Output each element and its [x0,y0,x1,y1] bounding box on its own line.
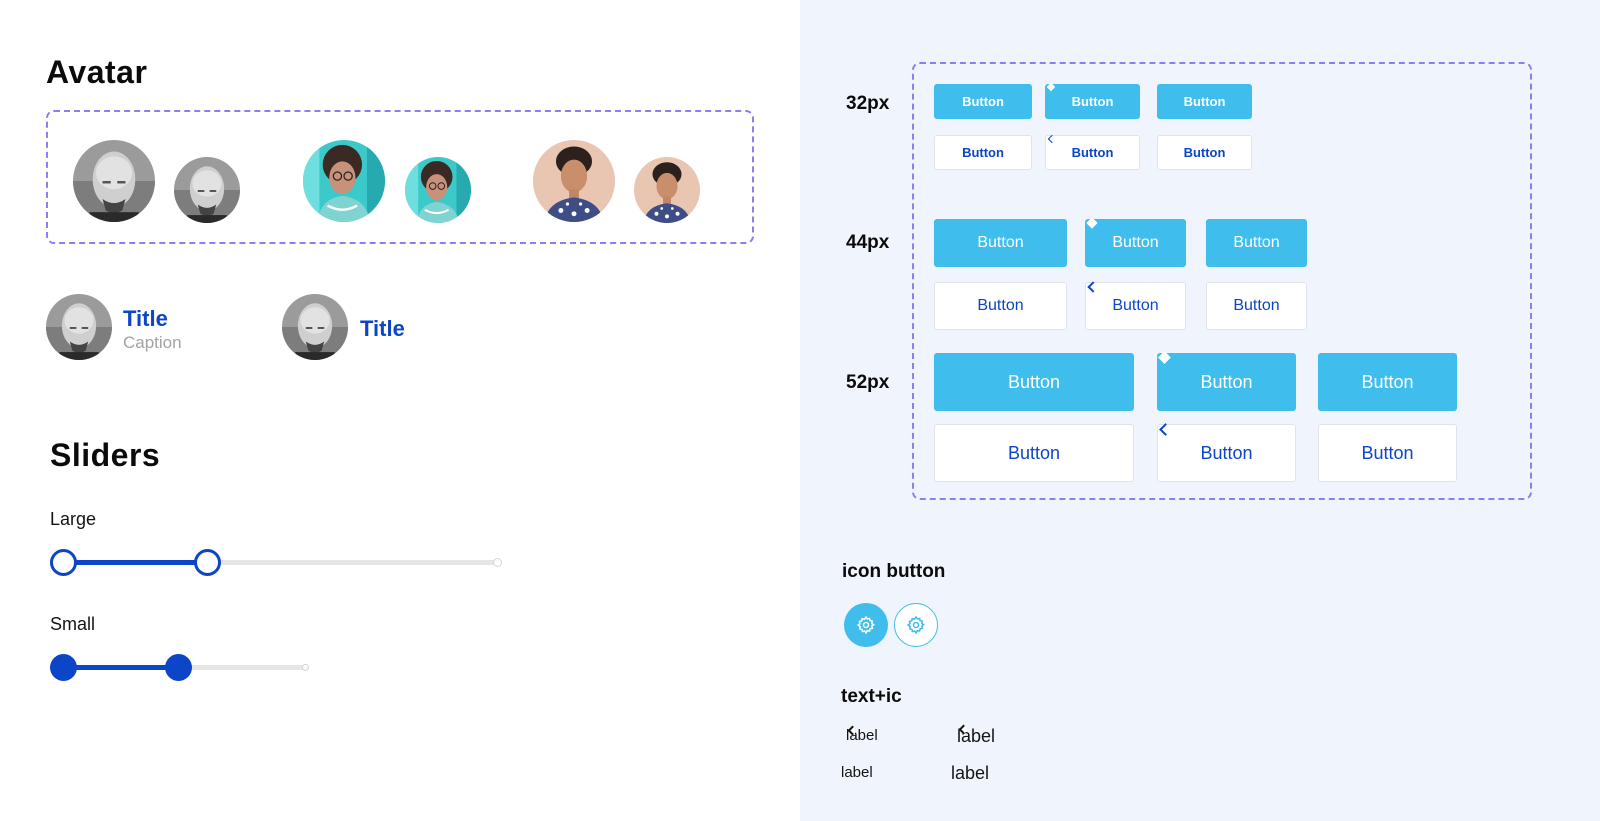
avatar-woman-teal-small [405,157,471,223]
avatar-person-beige-large [533,140,615,222]
slider-large-range-fill [63,560,207,565]
avatar-heading: Avatar [46,54,148,90]
button-32-outline[interactable]: Button [934,135,1032,170]
button-label: Button [1200,371,1253,392]
slider-small-end-handle[interactable] [165,654,192,681]
button-label: Button [977,234,1024,251]
slider-large-start-handle[interactable] [50,549,77,576]
list-avatar-title-only [282,294,348,360]
link-label: label [841,764,873,781]
text-link-right-large[interactable]: label [951,763,989,784]
icon-button-outline[interactable] [894,603,938,647]
button-52-solid[interactable]: Button [934,353,1134,411]
button-label: Button [1200,442,1253,463]
icon-button-heading: icon button [842,561,946,582]
list-item-title: Title [123,306,168,331]
list-avatar-with-caption [46,294,112,360]
button-label: Button [977,297,1024,314]
gear-icon [906,615,925,635]
button-44-outline-right-icon[interactable]: Button [1206,282,1307,330]
button-label: Button [1071,145,1114,160]
button-label: Button [1071,94,1114,109]
slider-small-end-dot [302,664,309,671]
left-panel: Avatar Title Caption Title Sliders Large… [0,0,800,821]
button-label: Button [1007,371,1061,392]
button-32-solid-right-icon[interactable]: Button [1157,84,1252,119]
button-label: Button [1233,297,1280,314]
button-44-solid[interactable]: Button [934,219,1067,267]
button-label: Button [1112,234,1159,251]
link-label: label [951,763,990,783]
size-label-32: 32px [846,93,890,114]
slider-small-start-handle[interactable] [50,654,77,681]
button-44-outline-left-icon[interactable]: Button [1085,281,1186,330]
button-label: Button [1183,94,1226,109]
avatar-man-large [73,140,155,222]
button-label: Button [1112,297,1159,314]
list-item-title-only: Title [360,316,405,341]
button-label: Button [1361,371,1414,392]
button-label: Button [962,145,1004,160]
chevron-left-icon [1046,82,1056,92]
slider-large-label: Large [50,509,97,529]
button-32-solid[interactable]: Button [934,84,1032,119]
list-item-caption: Caption [123,333,182,352]
button-52-solid-left-icon[interactable]: Button [1157,351,1296,411]
button-32-outline-left-icon[interactable]: Button [1045,134,1140,170]
gear-icon [856,615,875,635]
slider-large-end-handle[interactable] [194,549,221,576]
button-32-outline-right-icon[interactable]: Button [1157,135,1252,170]
button-44-solid-right-icon[interactable]: Button [1206,219,1307,267]
button-label: Button [1183,145,1226,160]
text-link-left-small[interactable]: label [846,725,878,744]
chevron-left-icon [1159,423,1172,436]
avatar-person-beige-small [634,157,700,223]
button-44-solid-left-icon[interactable]: Button [1085,217,1186,267]
avatar-woman-teal-large [303,140,385,222]
avatar-man-small [174,157,240,223]
size-label-44: 44px [846,232,890,253]
size-label-52: 52px [846,372,890,393]
button-label: Button [962,94,1004,109]
sliders-heading: Sliders [50,437,161,473]
button-52-outline[interactable]: Button [934,424,1134,482]
button-label: Button [1233,234,1280,251]
icon-button-solid[interactable] [844,603,888,647]
chevron-left-icon [1047,134,1057,144]
button-52-outline-left-icon[interactable]: Button [1157,423,1296,482]
button-44-outline[interactable]: Button [934,282,1067,330]
chevron-left-icon [1086,217,1098,229]
chevron-left-icon [1087,281,1099,293]
slider-small-range-fill [63,665,178,670]
slider-small-label: Small [50,614,96,634]
slider-large-end-dot [493,558,502,567]
text-link-right-small[interactable]: label [841,764,873,781]
button-52-solid-right-icon[interactable]: Button [1318,353,1457,411]
chevron-left-icon [1158,351,1171,364]
button-32-solid-left-icon[interactable]: Button [1045,82,1140,119]
button-label: Button [1361,442,1414,463]
right-panel: 32px Button Button Button Button Button … [800,0,1600,821]
text-link-left-large[interactable]: label [957,724,995,747]
button-52-outline-right-icon[interactable]: Button [1318,424,1457,482]
text-ic-heading: text+ic [841,686,902,707]
button-label: Button [1007,442,1061,463]
